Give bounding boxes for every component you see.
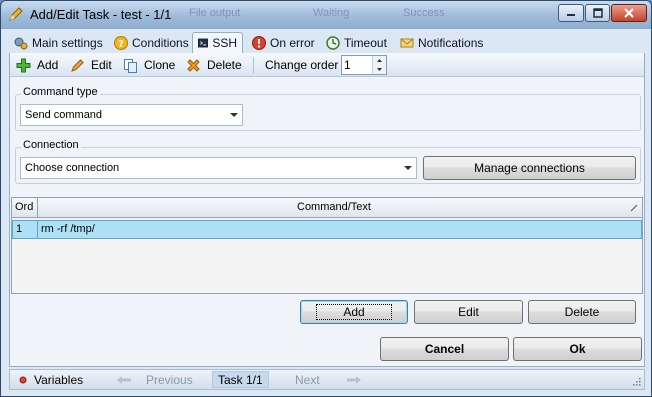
resize-grip-icon[interactable] [631, 376, 641, 386]
background-label: File output [189, 7, 241, 19]
toolbar-separator [253, 57, 254, 73]
bullet-icon [19, 376, 27, 384]
order-value: 1 [344, 58, 351, 72]
task-indicator: Task 1/1 [212, 371, 269, 388]
tab-timeout[interactable]: Timeout [321, 32, 392, 54]
previous-label: Previous [146, 373, 193, 387]
maximize-icon [592, 8, 603, 18]
cancel-label: Cancel [424, 342, 465, 356]
window-title: Add/Edit Task - test - 1/1 [30, 7, 172, 22]
command-type-select[interactable]: Send command [20, 104, 243, 126]
dropdown-arrow-icon [404, 166, 412, 170]
command-grid: Ord Command/Text 1 rm -rf /tmp/ [11, 197, 643, 294]
ok-button[interactable]: Ok [513, 337, 642, 361]
grid-edit-label: Edit [458, 305, 479, 319]
toolbar-clone-label: Clone [144, 58, 176, 72]
pencil-icon [9, 7, 23, 21]
cancel-button[interactable]: Cancel [380, 337, 509, 361]
tab-label: SSH [212, 36, 237, 50]
grid-delete-label: Delete [564, 305, 600, 319]
table-row[interactable]: 1 rm -rf /tmp/ [12, 220, 642, 239]
change-order-label: Change order [265, 56, 338, 74]
background-label: Waiting [313, 7, 350, 19]
maximize-button[interactable] [585, 4, 610, 22]
connection-label: Connection [21, 139, 81, 151]
manage-connections-label: Manage connections [474, 161, 585, 175]
row-ord-cell: 1 [16, 223, 23, 235]
pencil-icon [71, 58, 84, 72]
connection-select[interactable]: Choose connection [20, 157, 417, 179]
title-bar[interactable]: Add/Edit Task - test - 1/1 File output W… [1, 1, 651, 29]
minimize-button[interactable] [558, 4, 584, 22]
task-label: Task 1/1 [218, 372, 263, 387]
ssh-panel: Add Edit Clone Delete Change order 1 Com… [9, 53, 645, 367]
grid-delete-button[interactable]: Delete [528, 300, 636, 324]
command-type-value: Send command [25, 109, 103, 121]
command-toolbar: Add Edit Clone Delete Change order 1 [10, 53, 644, 77]
arrow-left-icon [117, 376, 131, 384]
tab-conditions[interactable]: ? Conditions [109, 32, 194, 54]
toolbar-add-label: Add [37, 58, 59, 72]
toolbar-delete-label: Delete [207, 58, 242, 72]
task-dialog-window: Add/Edit Task - test - 1/1 File output W… [0, 0, 652, 397]
variables-label: Variables [34, 373, 84, 387]
svg-text:?: ? [118, 39, 124, 50]
copy-icon [124, 58, 137, 73]
gears-icon [14, 37, 28, 50]
next-label: Next [295, 373, 320, 387]
next-button[interactable]: Next [295, 373, 362, 387]
toolbar-clone-button[interactable]: Clone [123, 56, 175, 74]
close-button[interactable] [611, 4, 647, 22]
minimize-icon [567, 14, 575, 16]
arrow-right-icon [346, 376, 361, 384]
delete-icon [187, 58, 200, 72]
tab-label: Main settings [32, 36, 103, 50]
grid-header: Ord Command/Text [12, 198, 642, 218]
sort-icon [630, 204, 638, 212]
chevron-down-icon[interactable] [373, 65, 386, 74]
chevron-up-icon[interactable] [373, 56, 386, 65]
stepper-arrows[interactable] [372, 56, 386, 74]
tab-label: Timeout [344, 36, 387, 50]
close-icon [624, 8, 634, 18]
tab-label: On error [270, 36, 315, 50]
tab-notifications[interactable]: Notifications [395, 32, 488, 54]
manage-connections-button[interactable]: Manage connections [423, 156, 636, 180]
question-icon: ? [114, 36, 128, 50]
previous-button[interactable]: Previous [116, 373, 193, 387]
tab-ssh[interactable]: SSH [192, 32, 243, 54]
dropdown-arrow-icon [230, 113, 238, 117]
grid-add-button[interactable]: Add [300, 300, 408, 324]
tab-strip: Main settings ? Conditions SSH On error … [9, 32, 643, 54]
ok-label: Ok [569, 342, 586, 356]
tab-on-error[interactable]: On error [247, 32, 320, 54]
toolbar-edit-label: Edit [91, 58, 112, 72]
order-stepper[interactable]: 1 [341, 55, 387, 75]
toolbar-edit-button[interactable]: Edit [70, 56, 112, 74]
toolbar-add-button[interactable]: Add [16, 56, 58, 74]
connection-value: Choose connection [25, 162, 120, 174]
column-header-ord[interactable]: Ord [15, 201, 33, 213]
column-header-command[interactable]: Command/Text [297, 201, 371, 213]
row-command-cell: rm -rf /tmp/ [41, 223, 95, 235]
toolbar-delete-button[interactable]: Delete [186, 56, 242, 74]
grid-add-label: Add [316, 304, 392, 320]
column-divider [37, 198, 38, 218]
variables-button[interactable]: Variables [18, 373, 83, 387]
cell-divider [37, 221, 38, 238]
command-type-label: Command type [21, 86, 100, 98]
status-bar: Variables Previous Task 1/1 Next [9, 369, 645, 390]
background-label: Success [403, 7, 445, 19]
change-order-text: Change order [265, 58, 339, 72]
grid-edit-button[interactable]: Edit [414, 300, 523, 324]
tab-main-settings[interactable]: Main settings [9, 32, 108, 54]
plus-icon [16, 58, 31, 72]
terminal-icon [198, 38, 209, 48]
clock-icon [326, 36, 340, 50]
tab-label: Notifications [418, 36, 484, 50]
envelope-icon [400, 38, 414, 48]
error-icon [252, 36, 266, 50]
tab-label: Conditions [132, 36, 189, 50]
